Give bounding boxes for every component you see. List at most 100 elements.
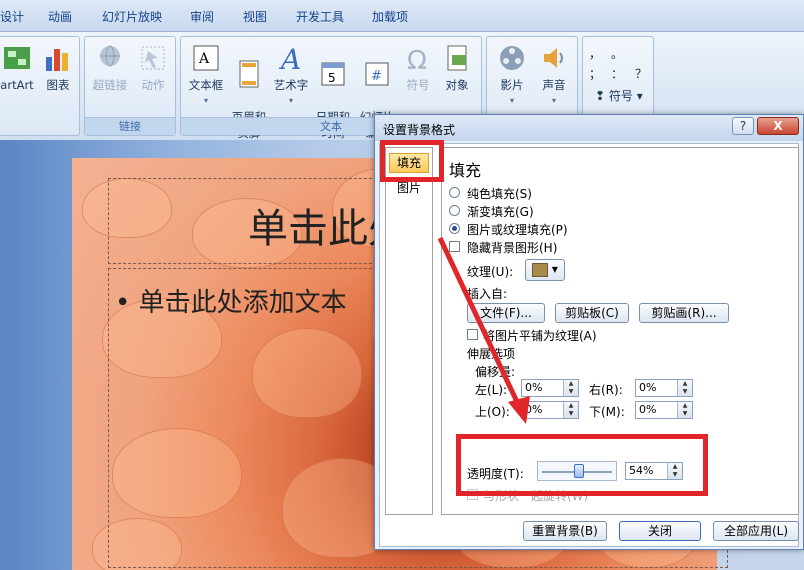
wordart-button[interactable]: A 艺术字 ▾ — [271, 43, 311, 109]
picture-fill-label: 图片或纹理填充(P) — [467, 223, 568, 237]
chart-icon — [46, 49, 68, 71]
dialog-close-button[interactable]: X — [757, 117, 799, 135]
symbol-colon[interactable]: ： — [611, 65, 623, 82]
ribbon-group-links: 超链接 动作 链接 — [84, 36, 176, 136]
offset-right-label: 右(R): — [589, 383, 623, 397]
picture-fill-radio[interactable] — [449, 223, 460, 234]
gradient-fill-label: 渐变填充(G) — [467, 205, 534, 219]
offsets-label: 偏移量: — [475, 365, 516, 379]
symbol-question[interactable]: ？ — [635, 65, 647, 82]
movie-label: 影片 — [500, 78, 524, 92]
slide-body-label: 单击此处添加文本 — [138, 288, 347, 318]
tab-design[interactable]: 设计 — [0, 8, 24, 25]
highlight-transparency — [456, 434, 708, 496]
speaker-icon — [544, 48, 563, 68]
omega-icon: Ω — [407, 46, 427, 73]
offset-top-label: 上(O): — [475, 405, 510, 419]
smartart-label: artArt — [0, 78, 34, 92]
solid-fill-label: 纯色填充(S) — [467, 187, 532, 201]
insert-file-button[interactable]: 文件(F)... — [467, 303, 545, 323]
smartart-button[interactable]: artArt — [0, 43, 39, 93]
solid-fill-radio[interactable] — [449, 187, 460, 198]
tab-review[interactable]: 审阅 — [190, 8, 214, 25]
texture-label: 纹理(U): — [467, 265, 514, 279]
category-picture[interactable]: 图片 — [389, 179, 429, 199]
tab-slideshow[interactable]: 幻灯片放映 — [102, 8, 162, 25]
svg-text:A: A — [278, 43, 301, 73]
tab-view[interactable]: 视图 — [243, 8, 267, 25]
texture-dropdown[interactable]: ▾ — [525, 259, 565, 281]
offset-right-value: 0% — [639, 381, 657, 394]
ribbon-group-illustrations: artArt 图表 — [0, 36, 80, 136]
tile-texture-checkbox[interactable] — [467, 329, 478, 340]
fill-section-title: 填充 — [449, 161, 482, 180]
svg-text:5: 5 — [328, 71, 336, 85]
offset-bottom-input[interactable]: 0% ▲ ▼ — [635, 401, 693, 419]
symbol-comma[interactable]: ， — [589, 45, 601, 62]
insert-clipboard-button[interactable]: 剪贴板(C) — [555, 303, 629, 323]
links-group-label: 链接 — [85, 117, 175, 135]
textbox-label: 文本框 — [188, 78, 224, 92]
chart-label: 图表 — [46, 78, 70, 92]
dialog-help-button[interactable]: ? — [732, 117, 754, 135]
category-list — [385, 147, 433, 515]
symbol-semicolon[interactable]: ； — [589, 65, 601, 82]
insert-clipart-button[interactable]: 剪贴画(R)... — [639, 303, 729, 323]
tile-texture-label: 将图片平铺为纹理(A) — [483, 329, 597, 343]
hide-background-label: 隐藏背景图形(H) — [467, 241, 558, 255]
symbol-menu-button[interactable]: ❢ 符号 ▾ — [595, 87, 643, 104]
svg-text:A: A — [198, 51, 210, 67]
hide-background-checkbox[interactable] — [449, 241, 460, 252]
slide-number-icon: # — [365, 62, 389, 86]
dialog-title: 设置背景格式 — [383, 123, 456, 137]
smartart-icon — [4, 47, 30, 69]
symbol-period[interactable]: 。 — [611, 45, 623, 62]
offset-bottom-value: 0% — [639, 403, 657, 416]
offset-left-input[interactable]: 0% ▲ ▼ — [521, 379, 579, 397]
tab-addins[interactable]: 加载项 — [372, 8, 408, 25]
sound-button[interactable]: 声音 ▾ — [533, 43, 575, 109]
offset-left-spinner[interactable]: ▲ ▼ — [563, 380, 578, 396]
tab-developer[interactable]: 开发工具 — [296, 8, 344, 25]
film-icon — [500, 46, 524, 70]
wordart-label: 艺术字 — [273, 78, 309, 92]
close-button[interactable]: 关闭 — [619, 521, 701, 541]
offset-top-input[interactable]: 0% ▲ ▼ — [521, 401, 579, 419]
svg-text:#: # — [371, 69, 382, 84]
hyperlink-label: 超链接 — [92, 78, 128, 92]
apply-all-button[interactable]: 全部应用(L) — [713, 521, 799, 541]
gradient-fill-radio[interactable] — [449, 205, 460, 216]
chart-button[interactable]: 图表 — [39, 43, 77, 93]
offset-left-label: 左(L): — [475, 383, 508, 397]
symbol-menu-label: 符号 — [608, 89, 633, 103]
insert-from-label: 插入自: — [467, 287, 508, 301]
textbox-button[interactable]: A 文本框 ▾ — [185, 43, 227, 109]
offset-right-spinner[interactable]: ▲ ▼ — [677, 380, 692, 396]
header-footer-icon — [239, 60, 259, 88]
textbox-icon: A — [193, 45, 219, 71]
highlight-fill-category — [380, 140, 444, 182]
offset-top-spinner[interactable]: ▲ ▼ — [563, 402, 578, 418]
hyperlink-button[interactable]: 超链接 — [89, 43, 131, 93]
calendar-icon: 5 — [321, 62, 345, 86]
slide-body-text: • 单击此处添加文本 — [115, 288, 347, 318]
dialog-titlebar[interactable]: 设置背景格式 ? X — [375, 115, 803, 141]
wordart-icon: A — [278, 43, 301, 73]
reset-background-button[interactable]: 重置背景(B) — [523, 521, 607, 541]
tab-animation[interactable]: 动画 — [48, 8, 72, 25]
action-icon — [141, 46, 165, 70]
movie-button[interactable]: 影片 ▾ — [491, 43, 533, 109]
svg-text:Ω: Ω — [407, 46, 427, 73]
action-label: 动作 — [141, 78, 165, 92]
object-button[interactable]: 对象 — [437, 43, 477, 93]
sound-label: 声音 — [542, 78, 566, 92]
offset-right-input[interactable]: 0% ▲ ▼ — [635, 379, 693, 397]
symbol-omega-button[interactable]: Ω 符号 — [399, 43, 437, 93]
offset-bottom-label: 下(M): — [589, 405, 625, 419]
stretch-options-label: 伸展选项 — [467, 347, 516, 361]
offset-bottom-spinner[interactable]: ▲ ▼ — [677, 402, 692, 418]
ribbon-tab-bar: 设计 动画 幻灯片放映 审阅 视图 开发工具 加载项 — [0, 0, 804, 32]
hyperlink-icon — [100, 45, 120, 67]
action-button[interactable]: 动作 — [133, 43, 173, 93]
symbol-omega-label: 符号 — [406, 78, 430, 92]
